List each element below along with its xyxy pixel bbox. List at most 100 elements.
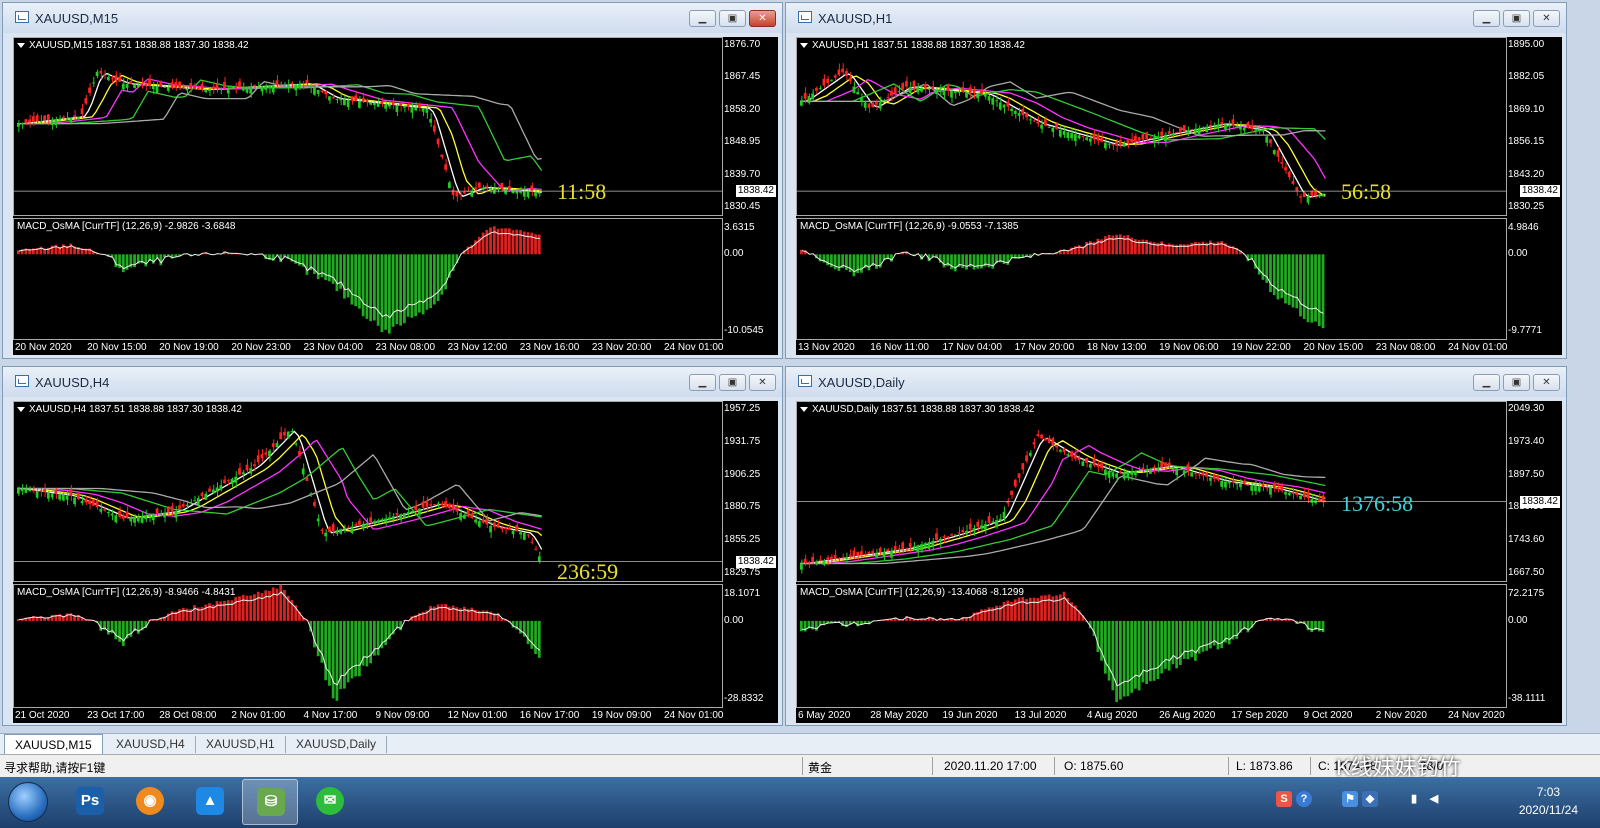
system-clock[interactable]: 7:03 2020/11/24: [1519, 783, 1578, 819]
taskbar-app-cloud[interactable]: ▲: [182, 779, 238, 825]
start-button[interactable]: [4, 779, 52, 825]
title-bar[interactable]: XAUUSD,H4 ▁ ▣ ✕: [3, 367, 782, 397]
chart-window-h4[interactable]: XAUUSD,H4 ▁ ▣ ✕ XAUUSD,H4 1837.51 1838.8…: [2, 366, 783, 726]
candle-body: [264, 85, 268, 90]
chart-window-m15[interactable]: XAUUSD,M15 ▁ ▣ ✕ XAUUSD,M15 1837.51 1838…: [2, 2, 783, 359]
macd-bar: [275, 588, 279, 621]
candle-body: [965, 92, 968, 98]
macd-bar: [1205, 620, 1209, 651]
chart-area[interactable]: XAUUSD,M15 1837.51 1838.88 1837.30 1838.…: [13, 37, 778, 355]
flag-icon[interactable]: ⚑: [1342, 791, 1358, 807]
minimize-button[interactable]: ▁: [1473, 10, 1500, 27]
candle-body: [129, 517, 133, 522]
moving-average-line: [800, 452, 1326, 565]
price-axis-label: 1906.25: [724, 468, 761, 480]
minimize-button[interactable]: ▁: [689, 374, 716, 391]
macd-bar: [159, 254, 163, 266]
maximize-button[interactable]: ▣: [719, 10, 746, 27]
macd-bar: [399, 620, 402, 631]
maximize-button[interactable]: ▣: [1503, 10, 1530, 27]
maximize-button[interactable]: ▣: [1503, 374, 1530, 391]
dropdown-triangle-icon[interactable]: [17, 406, 25, 412]
candle-body: [511, 530, 515, 535]
candle-body: [942, 536, 946, 538]
candle-body: [890, 90, 893, 96]
candle-body: [121, 515, 125, 519]
symbol-name: 黄金: [808, 761, 833, 775]
candle-body: [103, 74, 106, 76]
sogou-icon[interactable]: S: [1276, 791, 1292, 807]
macd-bar: [1055, 595, 1058, 621]
price-axis-label: 1743.60: [1508, 534, 1545, 546]
candle-body: [474, 519, 477, 523]
title-bar[interactable]: XAUUSD,Daily ▁ ▣ ✕: [786, 367, 1566, 397]
price-axis-label: 1830.25: [1508, 201, 1545, 212]
candle-body: [845, 557, 848, 559]
dropdown-triangle-icon[interactable]: [800, 42, 808, 48]
candle-body: [1013, 479, 1017, 487]
dropdown-triangle-icon[interactable]: [800, 406, 808, 412]
candle-body: [878, 547, 882, 553]
candle-body: [1302, 192, 1306, 197]
dropdown-triangle-icon[interactable]: [17, 42, 25, 48]
candle-body: [271, 443, 275, 447]
candle-body: [436, 503, 440, 506]
candle-body: [995, 520, 998, 527]
candle-body: [1235, 126, 1239, 128]
chart-area[interactable]: XAUUSD,H4 1837.51 1838.88 1837.30 1838.4…: [13, 401, 778, 723]
tab-xauusd-h4[interactable]: XAUUSD,H4: [106, 736, 196, 753]
help-icon[interactable]: ?: [1296, 791, 1312, 807]
tab-xauusd-m15[interactable]: XAUUSD,M15: [4, 734, 103, 755]
macd-bar: [399, 254, 402, 326]
candle-body: [1179, 469, 1182, 471]
candle-body: [942, 90, 946, 96]
macd-bar: [980, 609, 983, 621]
candle-body: [878, 102, 882, 109]
close-button[interactable]: ✕: [749, 10, 776, 27]
window-title: XAUUSD,M15: [35, 11, 119, 26]
candle-body: [462, 191, 466, 194]
taskbar-app-photoshop[interactable]: Ps: [62, 779, 118, 825]
minimize-button[interactable]: ▁: [1473, 374, 1500, 391]
candle-body: [1100, 137, 1103, 142]
shield-icon[interactable]: ◆: [1362, 791, 1378, 807]
candle-body: [17, 488, 20, 494]
candle-body: [440, 503, 444, 506]
candle-body: [286, 431, 290, 439]
chart-window-daily[interactable]: XAUUSD,Daily ▁ ▣ ✕ XAUUSD,Daily 1837.51 …: [785, 366, 1567, 726]
window-title: XAUUSD,H1: [818, 11, 893, 26]
maximize-button[interactable]: ▣: [719, 374, 746, 391]
close-button[interactable]: ✕: [1533, 374, 1560, 391]
tab-xauusd-h1[interactable]: XAUUSD,H1: [196, 736, 286, 753]
candle-body: [500, 528, 504, 530]
candle-body: [526, 191, 530, 197]
candle-body: [1137, 137, 1141, 141]
chart-area[interactable]: XAUUSD,H1 1837.51 1838.88 1837.30 1838.4…: [796, 37, 1562, 355]
chart-window-h1[interactable]: XAUUSD,H1 ▁ ▣ ✕ XAUUSD,H1 1837.51 1838.8…: [785, 2, 1567, 359]
title-bar[interactable]: XAUUSD,H1 ▁ ▣ ✕: [786, 3, 1566, 33]
network-icon[interactable]: ▮: [1406, 791, 1422, 807]
taskbar-app-mt4[interactable]: ⛁: [242, 779, 298, 825]
macd-bar: [1321, 620, 1325, 633]
macd-bar: [1235, 620, 1239, 639]
taskbar-app-wechat[interactable]: ✉: [302, 779, 358, 825]
taskbar-app-browser[interactable]: ◉: [122, 779, 178, 825]
candle-body: [1272, 150, 1276, 154]
candle-body: [886, 549, 890, 552]
candle-body: [1107, 143, 1111, 145]
price-axis-label: 1856.15: [1508, 136, 1545, 148]
close-button[interactable]: ✕: [749, 374, 776, 391]
candle-body: [923, 543, 927, 548]
candle-body: [384, 104, 388, 109]
candle-body: [1201, 472, 1205, 476]
minimize-button[interactable]: ▁: [689, 10, 716, 27]
macd-bar: [1118, 620, 1122, 700]
candle-body: [31, 490, 35, 492]
volume-icon[interactable]: ◀: [1426, 791, 1442, 807]
candle-body: [1212, 475, 1216, 479]
candle-body: [530, 541, 534, 543]
close-button[interactable]: ✕: [1533, 10, 1560, 27]
title-bar[interactable]: XAUUSD,M15 ▁ ▣ ✕: [3, 3, 782, 33]
chart-area[interactable]: XAUUSD,Daily 1837.51 1838.88 1837.30 183…: [796, 401, 1562, 723]
tab-xauusd-daily[interactable]: XAUUSD,Daily: [286, 736, 388, 753]
